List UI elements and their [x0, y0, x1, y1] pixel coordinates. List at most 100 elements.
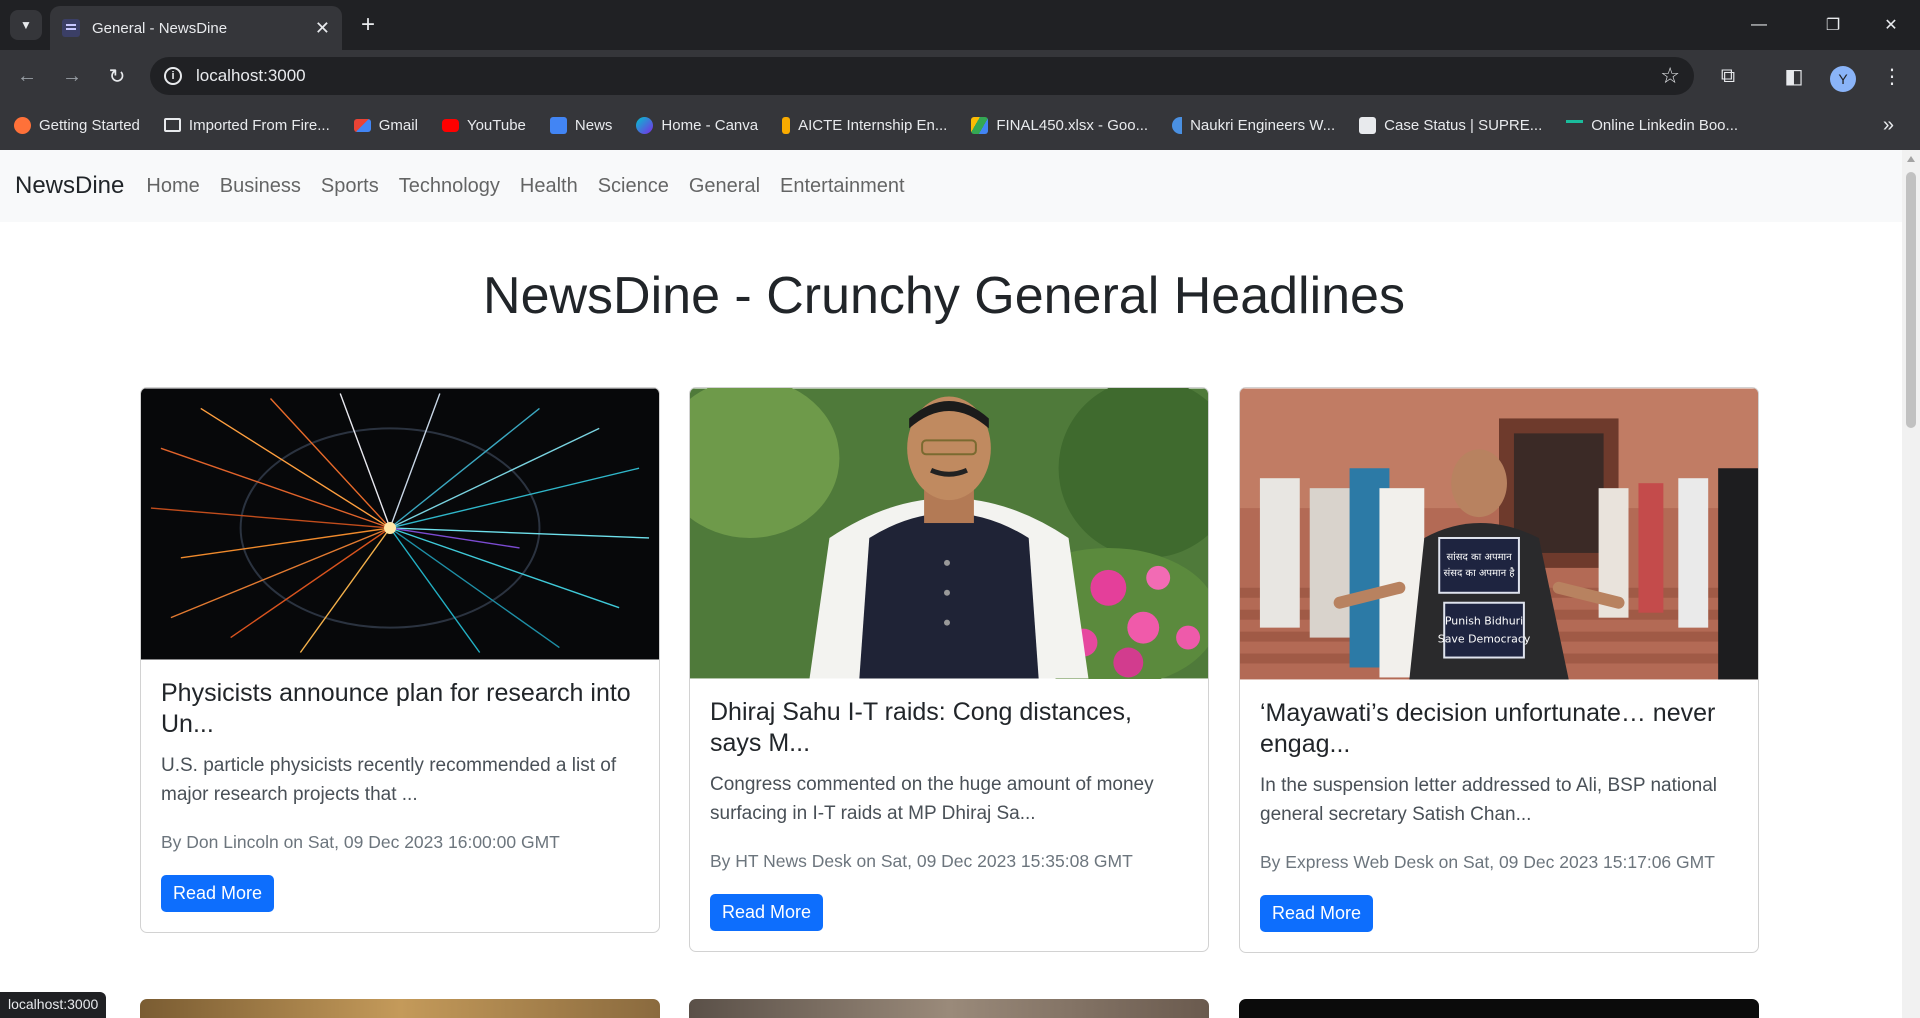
address-bar[interactable]: i localhost:3000 ☆: [150, 57, 1694, 95]
tab-search-button[interactable]: ▼: [10, 10, 42, 40]
site-brand[interactable]: NewsDine: [15, 172, 124, 200]
bookmark-item[interactable]: AICTE Internship En...: [782, 116, 948, 134]
bookmark-item[interactable]: Home - Canva: [636, 116, 758, 134]
news-card-partial: [1239, 999, 1759, 1018]
page-scrollbar[interactable]: [1902, 150, 1920, 1018]
placard-bottom-text: Punish Bidhuri: [1445, 615, 1523, 628]
chevron-down-icon: ▼: [20, 18, 32, 32]
card-title: Physicists announce plan for research in…: [161, 679, 631, 738]
nav-link-health[interactable]: Health: [520, 175, 578, 198]
scrollbar-thumb[interactable]: [1906, 172, 1916, 428]
reload-button[interactable]: ↻: [100, 59, 134, 93]
canva-icon: [636, 116, 654, 134]
youtube-icon: [441, 118, 459, 132]
site-info-icon[interactable]: i: [164, 67, 182, 85]
bookmark-item[interactable]: Case Status | SUPRE...: [1359, 116, 1543, 134]
bookmark-label: Naukri Engineers W...: [1190, 116, 1336, 134]
article-image-politician-portrait: [690, 388, 1208, 679]
card-byline: By Express Web Desk on Sat, 09 Dec 2023 …: [1260, 851, 1715, 872]
naukri-icon: [1172, 116, 1183, 134]
bookmark-item[interactable]: Online Linkedin Boo...: [1566, 117, 1738, 134]
browser-toolbar: ← → ↻ i localhost:3000 ☆ ⧉ ◧ ⋮: [0, 50, 1920, 100]
card-description: U.S. particle physicists recently recomm…: [161, 755, 617, 806]
minimize-icon: —: [1751, 16, 1767, 33]
nav-link-sports[interactable]: Sports: [321, 175, 379, 198]
bookmark-item[interactable]: Gmail: [353, 116, 418, 134]
bookmark-label: Case Status | SUPRE...: [1384, 116, 1543, 134]
placard-top-text: सांसद का अपमान: [1446, 551, 1512, 563]
bookmark-item[interactable]: YouTube: [441, 116, 526, 134]
read-more-button[interactable]: Read More: [710, 893, 824, 931]
new-tab-button[interactable]: +: [353, 10, 383, 40]
minimize-button[interactable]: —: [1736, 10, 1782, 40]
bookmark-label: Gmail: [378, 116, 418, 134]
nav-link-technology[interactable]: Technology: [399, 175, 500, 198]
url-text[interactable]: localhost:3000: [196, 66, 1660, 86]
bookmark-item[interactable]: Naukri Engineers W...: [1172, 116, 1336, 134]
card-byline: By HT News Desk on Sat, 09 Dec 2023 15:3…: [710, 850, 1133, 871]
nav-link-entertainment[interactable]: Entertainment: [780, 175, 905, 198]
bookmarks-overflow-icon[interactable]: »: [1883, 114, 1894, 137]
nav-link-general[interactable]: General: [689, 175, 760, 198]
bookmark-star-icon[interactable]: ☆: [1660, 63, 1680, 89]
svg-text:Save Democracy: Save Democracy: [1438, 633, 1531, 646]
profile-avatar[interactable]: Y: [1830, 66, 1856, 92]
bookmark-label: AICTE Internship En...: [798, 116, 948, 134]
bookmark-label: Online Linkedin Boo...: [1591, 116, 1739, 134]
reload-icon: ↻: [108, 65, 126, 88]
bookmark-item[interactable]: News: [549, 116, 613, 134]
kebab-menu-icon[interactable]: ⋮: [1878, 62, 1906, 90]
extensions-icon[interactable]: ⧉: [1714, 62, 1742, 90]
scroll-up-arrow-icon[interactable]: [1907, 156, 1915, 162]
forward-button[interactable]: →: [55, 59, 89, 93]
svg-text:संसद का अपमान है: संसद का अपमान है: [1444, 567, 1516, 579]
page-title: NewsDine - Crunchy General Headlines: [483, 267, 1405, 325]
bookmark-item[interactable]: FINAL450.xlsx - Goo...: [971, 116, 1148, 134]
card-title: ‘Mayawati’s decision unfortunate… never …: [1260, 699, 1716, 758]
close-window-icon: ✕: [1884, 17, 1898, 34]
bookmark-label: News: [574, 116, 613, 134]
bookmark-label: Imported From Fire...: [188, 116, 330, 134]
bookmarks-bar: Getting Started Imported From Fire... Gm…: [0, 100, 1920, 150]
tab-title: General - NewsDine: [92, 19, 228, 37]
nav-link-home[interactable]: Home: [146, 175, 199, 198]
aicte-icon: [782, 116, 791, 134]
firefox-icon: [14, 116, 31, 134]
back-button[interactable]: ←: [10, 59, 44, 93]
news-card: सांसद का अपमान संसद का अपमान है Punish B…: [1239, 387, 1759, 953]
bookmark-label: YouTube: [466, 116, 526, 134]
nav-link-business[interactable]: Business: [220, 175, 301, 198]
article-image-particle-physics: [141, 388, 659, 660]
news-card: Physicists announce plan for research in…: [140, 387, 660, 933]
article-image-parliament-protest: सांसद का अपमान संसद का अपमान है Punish B…: [1240, 388, 1758, 680]
google-news-icon: [549, 116, 567, 134]
linkedin-booster-icon: [1566, 120, 1584, 130]
side-panel-icon[interactable]: ◧: [1780, 62, 1808, 90]
site-navbar: NewsDine Home Business Sports Technology…: [0, 150, 1902, 222]
arrow-left-icon: ←: [17, 64, 37, 87]
gmail-icon: [353, 118, 371, 132]
card-title: Dhiraj Sahu I-T raids: Cong distances, s…: [710, 698, 1132, 757]
news-card: Dhiraj Sahu I-T raids: Cong distances, s…: [689, 387, 1209, 952]
browser-tab-bar: ▼ General - NewsDine ✕ + — ❐ ✕: [0, 0, 1920, 50]
card-description: Congress commented on the huge amount of…: [710, 774, 1154, 825]
newsdine-favicon-icon: [62, 19, 80, 37]
read-more-button[interactable]: Read More: [1260, 894, 1374, 932]
arrow-right-icon: →: [62, 64, 82, 87]
folder-icon: [163, 118, 181, 132]
plus-icon: +: [360, 11, 375, 38]
nav-link-science[interactable]: Science: [598, 175, 669, 198]
restore-icon: ❐: [1825, 17, 1841, 34]
restore-button[interactable]: ❐: [1810, 10, 1856, 40]
google-drive-icon: [971, 116, 989, 134]
news-card-partial: [140, 999, 660, 1018]
close-icon[interactable]: ✕: [315, 18, 330, 39]
status-url-tooltip: localhost:3000: [0, 992, 107, 1018]
news-card-partial: [689, 999, 1209, 1018]
supreme-court-icon: [1359, 116, 1377, 134]
read-more-button[interactable]: Read More: [161, 874, 275, 912]
close-window-button[interactable]: ✕: [1868, 10, 1914, 40]
bookmark-item[interactable]: Getting Started: [14, 116, 140, 134]
bookmark-folder[interactable]: Imported From Fire...: [163, 116, 330, 134]
browser-tab-active[interactable]: General - NewsDine ✕: [50, 6, 342, 50]
